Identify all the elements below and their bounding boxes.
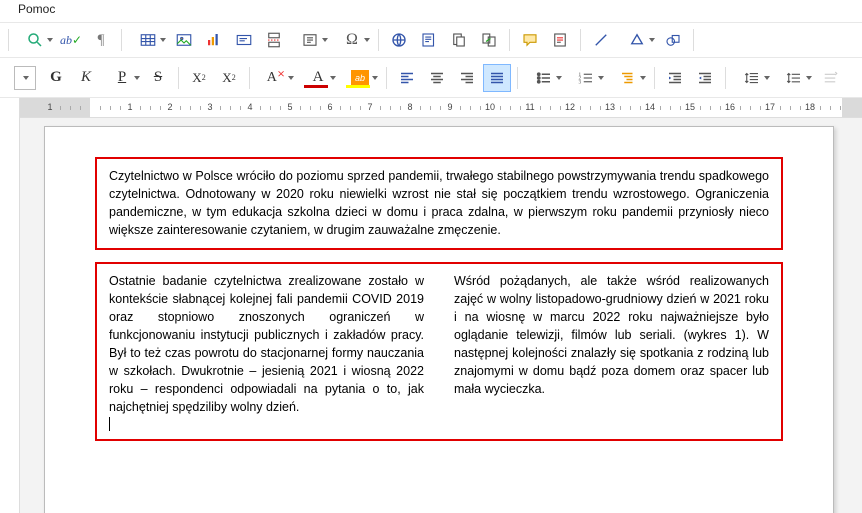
strikethrough-button[interactable]: S [144, 64, 172, 92]
standard-toolbar: ab✓ ¶ Ω [0, 22, 862, 58]
italic-button[interactable]: K [72, 64, 100, 92]
align-center-button[interactable] [423, 64, 451, 92]
decrease-indent-button[interactable] [691, 64, 719, 92]
track-changes-button[interactable] [546, 26, 574, 54]
spellcheck-button[interactable]: ab✓ [57, 26, 85, 54]
draw-functions-button[interactable] [659, 26, 687, 54]
paragraph-spacing-button[interactable] [732, 64, 772, 92]
paragraph-1[interactable]: Czytelnictwo w Polsce wróciło do poziomu… [109, 167, 769, 240]
superscript-button[interactable]: X2 [185, 64, 213, 92]
vertical-ruler [0, 98, 20, 513]
bold-button[interactable]: G [42, 64, 70, 92]
number-list-button[interactable]: 123 [566, 64, 606, 92]
text-frame-1[interactable]: Czytelnictwo w Polsce wróciło do poziomu… [95, 157, 783, 250]
insert-footnote-button[interactable] [415, 26, 443, 54]
text-frame-2[interactable]: Ostatnie badanie czytelnictwa zrealizowa… [95, 262, 783, 441]
line-spacing-button[interactable] [774, 64, 814, 92]
svg-text:3: 3 [579, 79, 582, 85]
document-area[interactable]: Czytelnictwo w Polsce wróciło do poziomu… [20, 118, 862, 513]
font-color-button[interactable]: A [298, 64, 338, 92]
subscript-button[interactable]: X2 [215, 64, 243, 92]
align-right-button[interactable] [453, 64, 481, 92]
increase-paragraph-button[interactable] [816, 64, 844, 92]
bullet-list-button[interactable] [524, 64, 564, 92]
basic-shapes-button[interactable] [617, 26, 657, 54]
highlight-color-button[interactable]: ab [340, 64, 380, 92]
insert-comment-button[interactable] [516, 26, 544, 54]
underline-button[interactable]: P [102, 64, 142, 92]
insert-textbox-button[interactable] [230, 26, 258, 54]
menu-item-help[interactable]: Pomoc [18, 2, 55, 16]
formatting-marks-button[interactable]: ¶ [87, 26, 115, 54]
clear-formatting-button[interactable]: A⨯ [256, 64, 296, 92]
insert-chart-button[interactable] [200, 26, 228, 54]
find-replace-button[interactable] [15, 26, 55, 54]
insert-hyperlink-button[interactable] [385, 26, 413, 54]
increase-indent-button[interactable] [661, 64, 689, 92]
insert-crossref-button[interactable] [475, 26, 503, 54]
workspace: 1123456789101112131415161718 Czytelnictw… [0, 98, 862, 513]
text-cursor [109, 417, 110, 431]
insert-pagebreak-button[interactable] [260, 26, 288, 54]
insert-field-button[interactable] [290, 26, 330, 54]
page[interactable]: Czytelnictwo w Polsce wróciło do poziomu… [44, 126, 834, 513]
line-button[interactable] [587, 26, 615, 54]
paragraph-2-col2[interactable]: Wśród pożądanych, ale także wśród realiz… [454, 272, 769, 399]
outline-list-button[interactable] [608, 64, 648, 92]
insert-image-button[interactable] [170, 26, 198, 54]
menu-bar: Pomoc [0, 0, 862, 22]
align-left-button[interactable] [393, 64, 421, 92]
align-justify-button[interactable] [483, 64, 511, 92]
paragraph-2-col1[interactable]: Ostatnie badanie czytelnictwa zrealizowa… [109, 272, 424, 417]
insert-bookmark-button[interactable] [445, 26, 473, 54]
insert-table-button[interactable] [128, 26, 168, 54]
horizontal-ruler[interactable]: 1123456789101112131415161718 [20, 98, 862, 118]
insert-symbol-button[interactable]: Ω [332, 26, 372, 54]
font-size-dropdown[interactable] [14, 66, 36, 90]
formatting-toolbar: G K P S X2 X2 A⨯ A ab 123 [0, 58, 862, 98]
